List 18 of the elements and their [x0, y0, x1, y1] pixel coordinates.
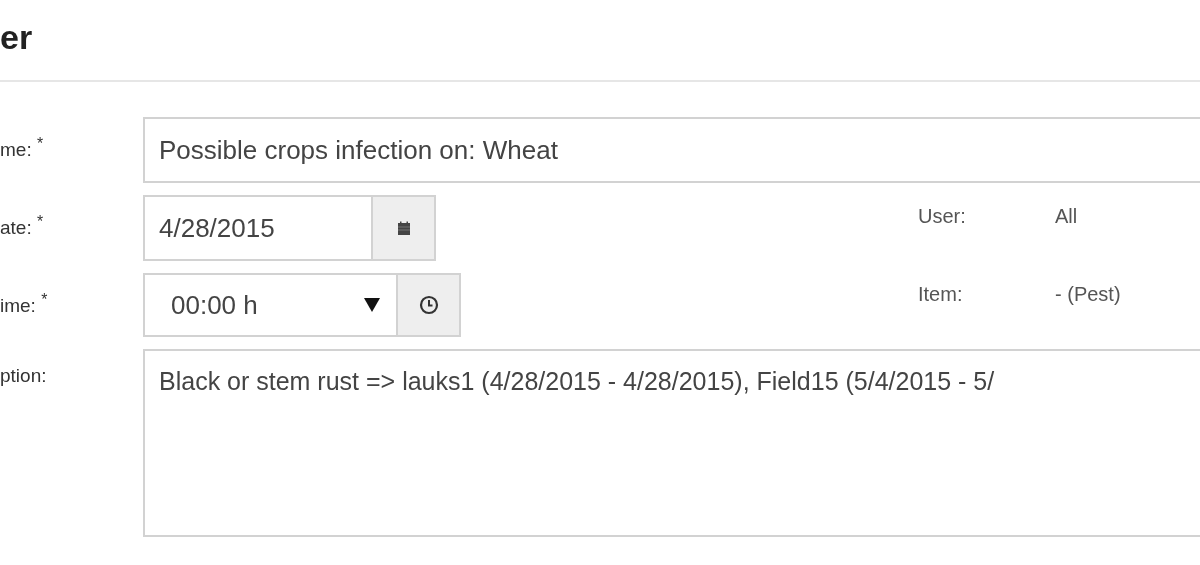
info-value: - (Pest) — [1055, 283, 1121, 306]
field-label: me: $^{*}$ — [0, 134, 45, 162]
field-label: ime: $^{*}$ — [0, 290, 49, 318]
info-value: All — [1055, 205, 1078, 228]
calendar-icon — [395, 220, 412, 236]
info-label: User: — [918, 205, 967, 228]
field-label: ption: — [0, 364, 48, 387]
name-field[interactable]: Possible crops infection on: Wheat — [143, 117, 1200, 183]
calendar-button[interactable] — [373, 195, 436, 261]
time-select[interactable]: 00:00 h — [143, 273, 398, 337]
info-label: Item: — [918, 283, 964, 306]
page-heading: er — [0, 20, 33, 58]
date-field[interactable]: 4/28/2015 — [143, 195, 373, 261]
field-label: ate: $^{*}$ — [0, 212, 45, 240]
caret-icon — [364, 298, 380, 312]
clock-icon — [418, 295, 439, 315]
clock-button[interactable] — [398, 273, 461, 337]
description-field[interactable]: Black or stem rust => lauks1 (4/28/2015 - 4/28/2015), Field15 (5/4/2015 - 5/ — [143, 349, 1200, 537]
